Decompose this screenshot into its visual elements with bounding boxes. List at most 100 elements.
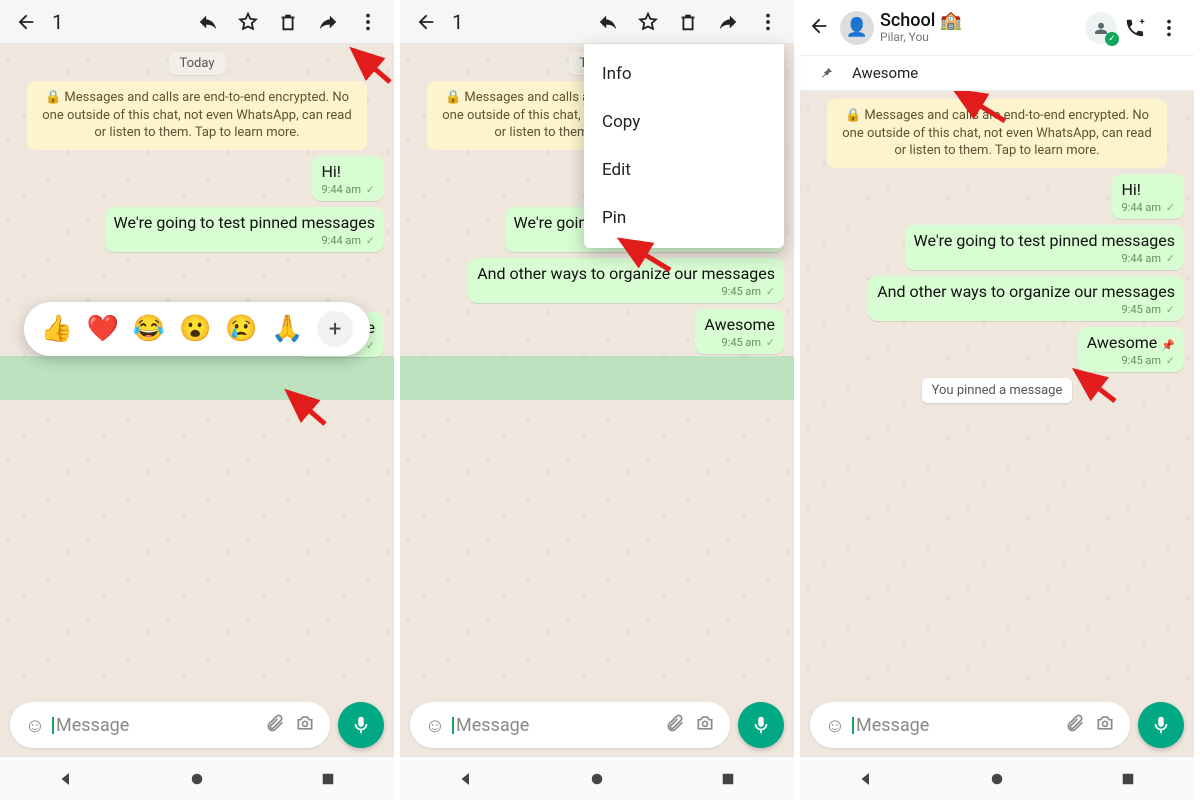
message-input-placeholder[interactable]: Message (50, 715, 260, 736)
input-bar: ☺ Message (800, 694, 1194, 756)
more-icon[interactable] (1152, 11, 1186, 45)
selection-highlight (0, 356, 394, 400)
android-navbar (800, 756, 1194, 800)
mic-button[interactable] (1138, 702, 1184, 748)
android-navbar (0, 756, 394, 800)
check-icon: ✓ (1105, 32, 1119, 46)
star-icon[interactable] (630, 4, 666, 40)
message-bubble[interactable]: Hi! 9:44 am ✓ (1112, 174, 1184, 219)
selection-appbar: 1 (400, 0, 794, 44)
nav-home-icon[interactable] (988, 770, 1006, 788)
mic-button[interactable] (738, 702, 784, 748)
message-text: We're going to test pinned messages (114, 213, 375, 232)
nav-back-icon[interactable] (457, 770, 475, 788)
nav-back-icon[interactable] (857, 770, 875, 788)
forward-icon[interactable] (310, 4, 346, 40)
forward-icon[interactable] (710, 4, 746, 40)
reaction-sad[interactable]: 😢 (225, 314, 257, 344)
chat-subtitle: Pilar, You (880, 30, 1084, 44)
group-avatar[interactable]: 👤 (840, 11, 874, 45)
chat-body[interactable]: Today 🔒 Messages and calls are end-to-en… (0, 44, 394, 694)
back-icon[interactable] (808, 15, 838, 41)
message-input[interactable]: ☺ Message (810, 702, 1130, 748)
input-bar: ☺ Message (0, 694, 394, 756)
reaction-laugh[interactable]: 😂 (133, 314, 165, 344)
star-icon[interactable] (230, 4, 266, 40)
reply-icon[interactable] (190, 4, 226, 40)
annotation-arrow (950, 91, 1010, 125)
nav-recent-icon[interactable] (1119, 770, 1137, 788)
delete-icon[interactable] (270, 4, 306, 40)
message-bubble[interactable]: Hi! 9:44 am ✓ (312, 156, 384, 201)
message-input[interactable]: ☺ Message (10, 702, 330, 748)
encryption-banner[interactable]: 🔒 Messages and calls are end-to-end encr… (27, 81, 367, 150)
check-icon: ✓ (363, 183, 375, 196)
call-icon[interactable]: + (1118, 11, 1152, 45)
nav-recent-icon[interactable] (719, 770, 737, 788)
reaction-picker[interactable]: 👍 ❤️ 😂 😮 😢 🙏 + (24, 302, 370, 356)
pinned-message-banner[interactable]: Awesome (800, 56, 1194, 91)
emoji-icon[interactable]: ☺ (420, 713, 450, 738)
reply-icon[interactable] (590, 4, 626, 40)
selection-highlight (400, 356, 794, 400)
annotation-arrow (280, 386, 330, 426)
chat-header[interactable]: 👤 School 🏫 Pilar, You ✓ + (800, 0, 1194, 56)
camera-icon[interactable] (690, 713, 720, 738)
svg-text:+: + (1140, 17, 1145, 27)
back-icon[interactable] (408, 4, 444, 40)
message-text: Hi! (321, 162, 340, 181)
screenshot-3: 👤 School 🏫 Pilar, You ✓ + Awesome 🔒 Mess… (800, 0, 1200, 800)
message-bubble[interactable]: We're going to test pinned messages 9:44… (105, 207, 384, 252)
back-icon[interactable] (8, 4, 44, 40)
input-bar: ☺ Message (400, 694, 794, 756)
selection-count: 1 (452, 10, 463, 34)
menu-item-info[interactable]: Info (584, 50, 784, 98)
message-input[interactable]: ☺ Message (410, 702, 730, 748)
menu-item-pin[interactable]: Pin (584, 194, 784, 242)
message-bubble-pinned[interactable]: Awesome📌 9:45 am ✓ (1078, 327, 1184, 372)
reaction-more-button[interactable]: + (317, 311, 353, 347)
message-bubble-selected[interactable]: Awesome 9:45 am ✓ (695, 309, 784, 354)
nav-home-icon[interactable] (188, 770, 206, 788)
attach-icon[interactable] (1060, 713, 1090, 738)
annotation-arrow (1070, 367, 1120, 403)
reaction-heart[interactable]: ❤️ (87, 314, 119, 344)
delete-icon[interactable] (670, 4, 706, 40)
annotation-arrow (615, 234, 675, 274)
message-input-placeholder[interactable]: Message (850, 715, 1060, 736)
video-call-icon[interactable]: ✓ (1084, 11, 1118, 45)
emoji-icon[interactable]: ☺ (820, 713, 850, 738)
attach-icon[interactable] (660, 713, 690, 738)
emoji-icon[interactable]: ☺ (20, 713, 50, 738)
message-bubble[interactable]: And other ways to organize our messages … (868, 276, 1184, 321)
pin-icon (814, 65, 838, 81)
attach-icon[interactable] (260, 713, 290, 738)
android-navbar (400, 756, 794, 800)
nav-home-icon[interactable] (588, 770, 606, 788)
reaction-thumbs-up[interactable]: 👍 (41, 314, 73, 344)
check-icon: ✓ (363, 234, 375, 247)
camera-icon[interactable] (290, 713, 320, 738)
annotation-arrow (345, 44, 394, 84)
more-icon[interactable] (350, 4, 386, 40)
chat-body[interactable]: 🔒 Messages and calls are end-to-end encr… (800, 91, 1194, 694)
message-bubble[interactable]: We're going to test pinned messages 9:44… (905, 225, 1184, 270)
more-icon[interactable] (750, 4, 786, 40)
screenshot-2: 1 Info Copy Edit Pin Today 🔒 Messages an… (400, 0, 800, 800)
reaction-pray[interactable]: 🙏 (271, 314, 303, 344)
context-menu: Info Copy Edit Pin (584, 44, 784, 248)
menu-item-copy[interactable]: Copy (584, 98, 784, 146)
pinned-message-text: Awesome (852, 64, 918, 82)
chat-title: School 🏫 (880, 11, 1084, 31)
camera-icon[interactable] (1090, 713, 1120, 738)
reaction-surprised[interactable]: 😮 (179, 314, 211, 344)
pin-icon: 📌 (1161, 339, 1175, 352)
message-input-placeholder[interactable]: Message (450, 715, 660, 736)
system-message: You pinned a message (922, 378, 1073, 403)
menu-item-edit[interactable]: Edit (584, 146, 784, 194)
mic-button[interactable] (338, 702, 384, 748)
nav-recent-icon[interactable] (319, 770, 337, 788)
selection-appbar: 1 (0, 0, 394, 44)
nav-back-icon[interactable] (57, 770, 75, 788)
screenshot-1: 1 Today 🔒 Messages and calls are end-to-… (0, 0, 400, 800)
